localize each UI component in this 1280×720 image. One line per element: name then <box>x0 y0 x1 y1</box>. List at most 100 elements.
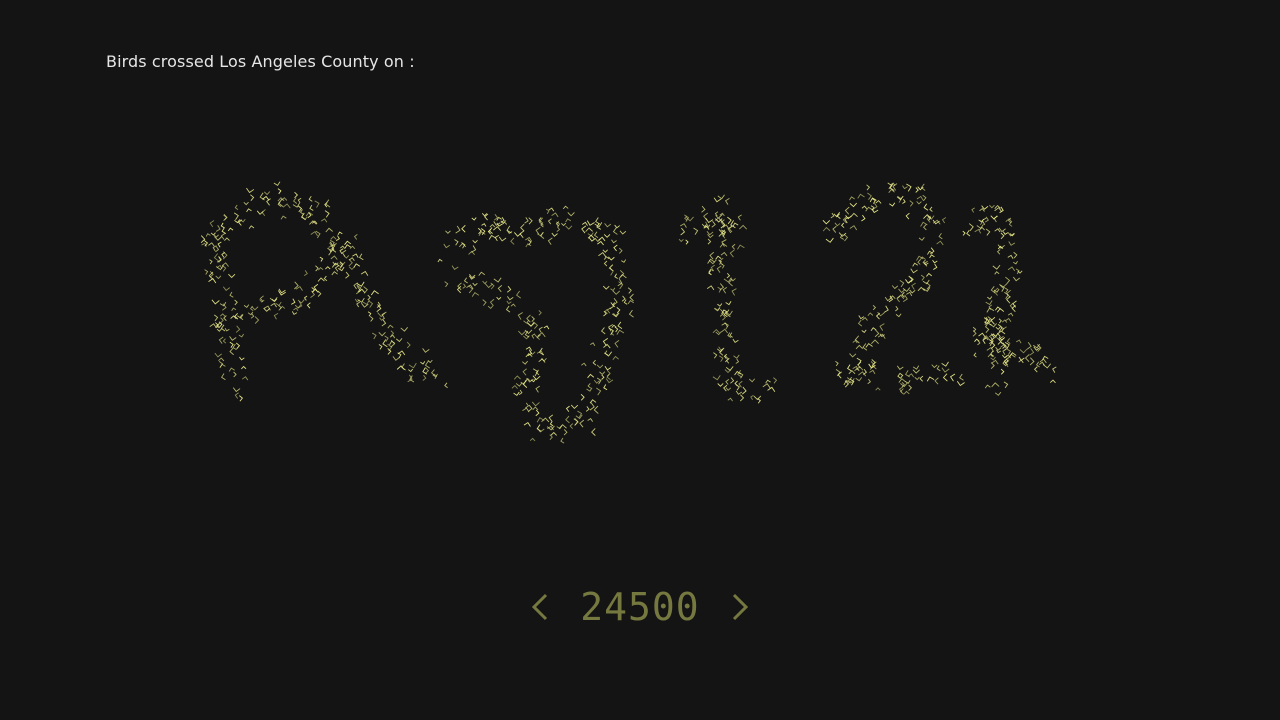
bird-icon <box>205 233 211 237</box>
bird-icon <box>518 389 523 396</box>
bird-icon <box>596 387 602 396</box>
bird-icon <box>220 222 225 229</box>
bird-icon <box>739 224 748 230</box>
bird-icon <box>748 378 756 383</box>
bird-icon <box>224 328 230 332</box>
bird-icon <box>872 202 878 210</box>
bird-icon <box>587 383 592 389</box>
bird-icon <box>734 380 738 387</box>
bird-icon <box>922 279 930 285</box>
bird-icon <box>213 314 219 322</box>
bird-icon <box>344 244 351 249</box>
bird-icon <box>995 326 1001 330</box>
bird-icon <box>707 234 714 239</box>
bird-icon <box>865 206 873 212</box>
bird-icon <box>773 377 778 384</box>
bird-icon <box>536 427 545 433</box>
bird-icon <box>239 395 244 402</box>
bird-icon <box>585 227 593 232</box>
bird-icon <box>538 310 542 316</box>
bird-icon <box>515 290 522 299</box>
bird-icon <box>926 376 935 382</box>
bird-icon <box>515 382 523 387</box>
bird-icon <box>220 317 224 324</box>
bird-icon <box>395 338 403 343</box>
bird-icon <box>246 208 252 213</box>
bird-icon <box>1013 261 1018 265</box>
bird-icon <box>855 344 864 350</box>
bird-icon <box>378 344 383 350</box>
bird-icon <box>510 303 516 307</box>
bird-icon <box>971 207 975 213</box>
bird-icon <box>368 300 374 308</box>
bird-icon <box>846 364 852 372</box>
bird-icon <box>822 226 831 232</box>
bird-icon <box>929 206 933 212</box>
bird-icon <box>716 265 722 273</box>
bird-icon <box>234 392 239 399</box>
bird-icon <box>834 222 841 227</box>
bird-icon <box>229 347 234 356</box>
bird-icon <box>978 332 986 338</box>
bird-icon <box>1007 266 1016 272</box>
bird-icon <box>563 429 568 436</box>
bird-icon <box>984 384 991 389</box>
bird-icon <box>592 359 597 366</box>
bird-icon <box>533 321 539 330</box>
bird-icon <box>451 265 459 271</box>
bird-icon <box>966 230 971 237</box>
bird-icon <box>912 369 920 374</box>
bird-icon <box>531 401 540 407</box>
bird-icon <box>565 415 570 424</box>
bird-icon <box>593 379 600 384</box>
bird-icon <box>250 194 255 201</box>
bird-icon <box>904 370 910 378</box>
bird-icon <box>725 379 730 385</box>
bird-icon <box>614 224 620 229</box>
bird-icon <box>850 212 858 218</box>
bird-icon <box>303 295 308 301</box>
bird-icon <box>762 383 771 389</box>
bird-icon <box>914 376 920 381</box>
page: Birds crossed Los Angeles County on : 24… <box>0 0 1280 720</box>
bird-icon <box>1049 379 1056 384</box>
bird-icon <box>938 233 943 240</box>
bird-icon <box>1033 366 1038 373</box>
bird-icon <box>369 316 374 322</box>
bird-icon <box>570 404 579 410</box>
bird-icon <box>510 237 515 245</box>
bird-icon <box>861 214 866 222</box>
bird-icon <box>422 374 427 381</box>
bird-icon <box>889 202 896 207</box>
bird-icon <box>612 297 618 306</box>
bird-icon <box>401 363 406 371</box>
bird-icon <box>444 382 448 389</box>
bird-icon <box>1005 276 1011 285</box>
bird-icon <box>556 226 561 232</box>
bird-icon <box>1007 312 1014 317</box>
previous-count-button[interactable] <box>526 587 554 627</box>
next-count-button[interactable] <box>726 587 754 627</box>
bird-icon <box>603 343 611 349</box>
bird-icon <box>567 212 575 217</box>
bird-icon <box>737 214 742 221</box>
bird-icon <box>708 270 712 276</box>
bird-icon <box>218 336 224 344</box>
bird-icon <box>305 211 314 217</box>
bird-icon <box>941 367 950 373</box>
bird-icon <box>920 221 928 227</box>
bird-icon <box>916 195 924 201</box>
bird-icon <box>223 315 227 321</box>
bird-icon <box>489 298 495 307</box>
bird-icon <box>291 298 296 305</box>
bird-icon <box>959 373 964 381</box>
bird-icon <box>511 384 518 389</box>
bird-icon <box>732 338 739 344</box>
bird-icon <box>899 280 905 288</box>
bird-icon <box>294 191 299 199</box>
bird-icon <box>560 437 565 444</box>
bird-icon <box>381 311 387 320</box>
bird-icon <box>1013 251 1018 259</box>
bird-icon <box>883 305 889 313</box>
bird-icon <box>726 272 731 279</box>
